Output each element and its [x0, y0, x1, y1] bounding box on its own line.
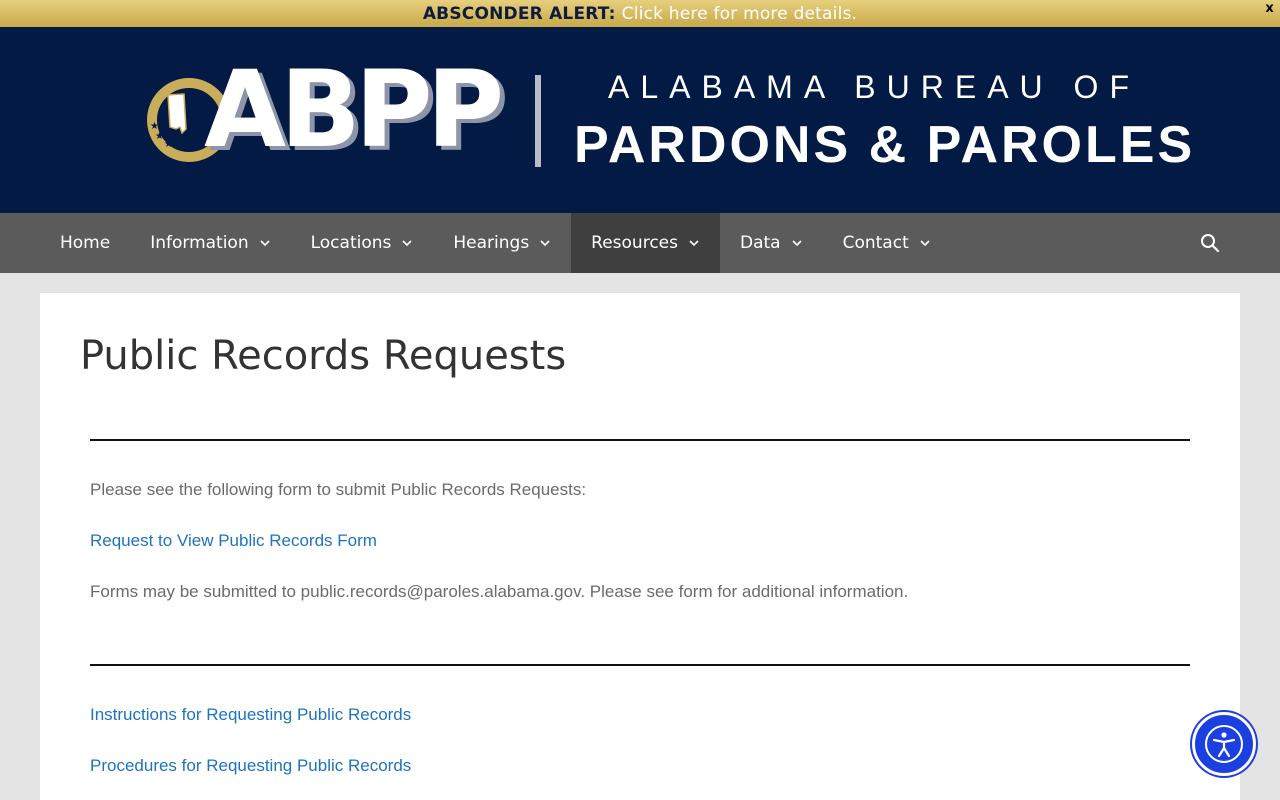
nav-item-label: Locations — [310, 233, 392, 253]
logo-divider — [535, 75, 541, 167]
divider — [90, 664, 1190, 666]
absconder-alert-bar: ABSCONDER ALERT: Click here for more det… — [0, 0, 1280, 27]
nav-item-resources[interactable]: Resources — [571, 213, 720, 273]
submission-note: Forms may be submitted to public.records… — [90, 582, 909, 601]
chevron-down-icon — [540, 240, 550, 247]
logo-abbreviation[interactable]: ABPP — [204, 57, 504, 163]
nav-item-label: Contact — [842, 233, 909, 253]
nav-item-information[interactable]: Information — [130, 213, 290, 273]
alert-close-button[interactable]: x — [1265, 1, 1274, 16]
svg-text:★: ★ — [164, 139, 173, 150]
svg-text:★: ★ — [155, 131, 164, 142]
nav-item-hearings[interactable]: Hearings — [433, 213, 571, 273]
nav-item-label: Home — [60, 233, 111, 253]
alert-details-link[interactable]: Click here for more details. — [622, 4, 857, 24]
nav-item-home[interactable]: Home — [40, 213, 130, 273]
logo-agency-line2: PARDONS & PAROLES — [574, 116, 1196, 174]
accessibility-icon — [1205, 725, 1243, 763]
intro-text: Please see the following form to submit … — [90, 480, 587, 499]
main-navigation: Home Information Locations Hearings Reso… — [0, 213, 1280, 273]
accessibility-button[interactable] — [1192, 712, 1256, 776]
chevron-down-icon — [792, 240, 802, 247]
public-records-form-link[interactable]: Request to View Public Records Form — [90, 531, 377, 551]
nav-item-data[interactable]: Data — [720, 213, 823, 273]
nav-item-label: Information — [150, 233, 249, 253]
main-content: Public Records Requests Please see the f… — [40, 293, 1240, 800]
procedures-link[interactable]: Procedures for Requesting Public Records — [90, 756, 411, 776]
site-header: ★ ★ ★ ABPP ALABAMA BUREAU OF PARDONS & P… — [0, 27, 1280, 213]
nav-item-label: Hearings — [453, 233, 530, 253]
chevron-down-icon — [689, 240, 699, 247]
logo-agency-line1: ALABAMA BUREAU OF — [608, 69, 1140, 105]
page-title: Public Records Requests — [80, 333, 567, 379]
nav-item-locations[interactable]: Locations — [291, 213, 434, 273]
nav-item-label: Resources — [591, 233, 678, 253]
instructions-link[interactable]: Instructions for Requesting Public Recor… — [90, 705, 411, 725]
divider — [90, 439, 1190, 441]
search-icon[interactable] — [1200, 233, 1220, 253]
nav-item-label: Data — [740, 233, 781, 253]
chevron-down-icon — [402, 240, 412, 247]
nav-item-contact[interactable]: Contact — [823, 213, 951, 273]
alert-label: ABSCONDER ALERT: — [422, 3, 616, 24]
chevron-down-icon — [920, 240, 930, 247]
chevron-down-icon — [260, 240, 270, 247]
